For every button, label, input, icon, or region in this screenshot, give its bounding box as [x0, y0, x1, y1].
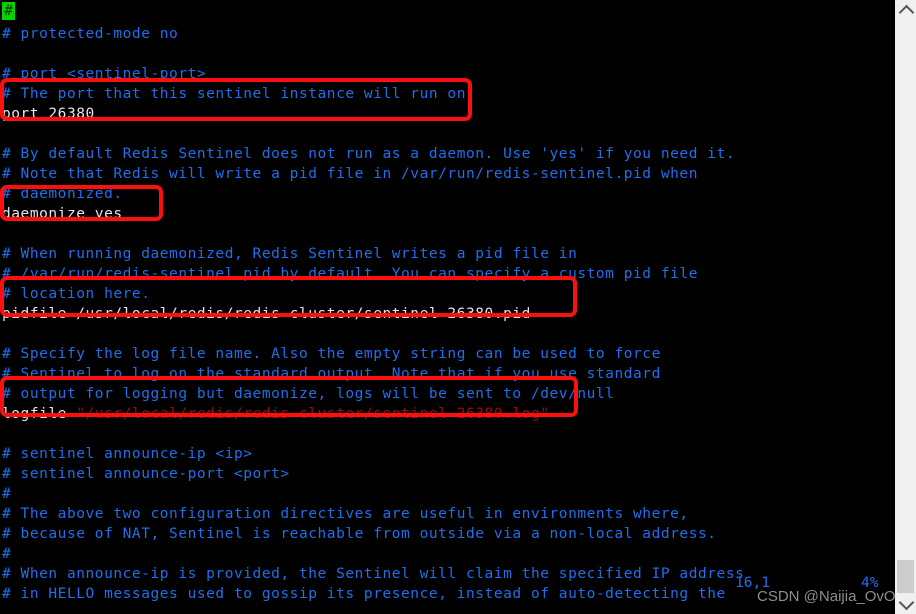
line-text: # When running daemonized, Redis Sentine… — [2, 246, 578, 262]
editor-line: # Note that Redis will write a pid file … — [2, 164, 698, 184]
editor-line: # location here. — [2, 284, 150, 304]
line-text: # daemonized. — [2, 186, 123, 202]
line-text: # The port that this sentinel instance w… — [2, 86, 466, 102]
editor-line: # in HELLO messages used to gossip its p… — [2, 584, 726, 604]
editor-line: port 26380 — [2, 104, 95, 124]
scrollbar-thumb[interactable] — [897, 560, 914, 594]
line-text: # Sentinel to log on the standard output… — [2, 366, 661, 382]
line-text: # sentinel announce-port <port> — [2, 466, 290, 482]
scroll-down-arrow-button[interactable] — [895, 593, 916, 614]
line-text: # — [2, 546, 12, 562]
editor-line: # — [2, 484, 11, 504]
line-text: # port <sentinel-port> — [2, 66, 207, 82]
line-text: # because of NAT, Sentinel is reachable … — [2, 526, 717, 542]
editor-line: logfile "/usr/local/redis/redis-cluster/… — [2, 404, 550, 424]
editor-line: # When announce-ip is provided, the Sent… — [2, 564, 744, 584]
line-text: # Specify the log file name. Also the em… — [2, 346, 661, 362]
line-text: # By default Redis Sentinel does not run… — [2, 146, 736, 162]
vertical-scrollbar[interactable] — [895, 0, 916, 614]
editor-line: # /var/run/redis-sentinel.pid by default… — [2, 264, 698, 284]
line-text: # location here. — [2, 286, 151, 302]
line-text: # in HELLO messages used to gossip its p… — [2, 586, 726, 602]
editor-line: # sentinel announce-port <port> — [2, 464, 290, 484]
line-text: # output for logging but daemonize, logs… — [2, 386, 615, 402]
editor-line: # By default Redis Sentinel does not run… — [2, 144, 735, 164]
editor-line: # Sentinel to log on the standard output… — [2, 364, 661, 384]
line-text: logfile — [2, 406, 77, 422]
editor-line: daemonize yes — [2, 204, 123, 224]
terminal-screen: # # protected-mode no # port <sentinel-por… — [0, 0, 916, 614]
editor-line: # because of NAT, Sentinel is reachable … — [2, 524, 717, 544]
line-text: # When announce-ip is provided, the Sent… — [2, 566, 745, 582]
editor-line: # When running daemonized, Redis Sentine… — [2, 244, 577, 264]
editor-line: pidfile /usr/local/redis/redis-cluster/s… — [2, 304, 531, 324]
line-text: pidfile /usr/local/redis/redis-cluster/s… — [2, 306, 531, 322]
line-text: # Note that Redis will write a pid file … — [2, 166, 698, 182]
line-text: # protected-mode no — [2, 26, 179, 42]
editor-line: # port <sentinel-port> — [2, 64, 206, 84]
line-text: daemonize yes — [2, 206, 123, 222]
editor-line: # Specify the log file name. Also the em… — [2, 344, 661, 364]
editor-line: # The port that this sentinel instance w… — [2, 84, 466, 104]
editor-line: # protected-mode no — [2, 24, 178, 44]
chevron-up-icon — [895, 0, 916, 21]
chevron-down-icon — [895, 593, 916, 614]
editor-line: # — [2, 544, 11, 564]
vim-text-buffer[interactable]: # # protected-mode no # port <sentinel-por… — [0, 0, 895, 614]
editor-line: # output for logging but daemonize, logs… — [2, 384, 614, 404]
line-text: port 26380 — [2, 106, 95, 122]
line-text: # — [2, 486, 12, 502]
line-text: # The above two configuration directives… — [2, 506, 689, 522]
editor-line: # sentinel announce-ip <ip> — [2, 444, 253, 464]
line-text: # sentinel announce-ip <ip> — [2, 446, 253, 462]
line-text-string: "/usr/local/redis/redis-cluster/sentinel… — [76, 406, 550, 422]
text-cursor: # — [2, 2, 15, 20]
editor-line: # daemonized. — [2, 184, 123, 204]
watermark-label: CSDN @Naijia_OvO — [757, 588, 896, 605]
line-text: # /var/run/redis-sentinel.pid by default… — [2, 266, 698, 282]
editor-line: # The above two configuration directives… — [2, 504, 689, 524]
scroll-up-arrow-button[interactable] — [895, 0, 916, 21]
